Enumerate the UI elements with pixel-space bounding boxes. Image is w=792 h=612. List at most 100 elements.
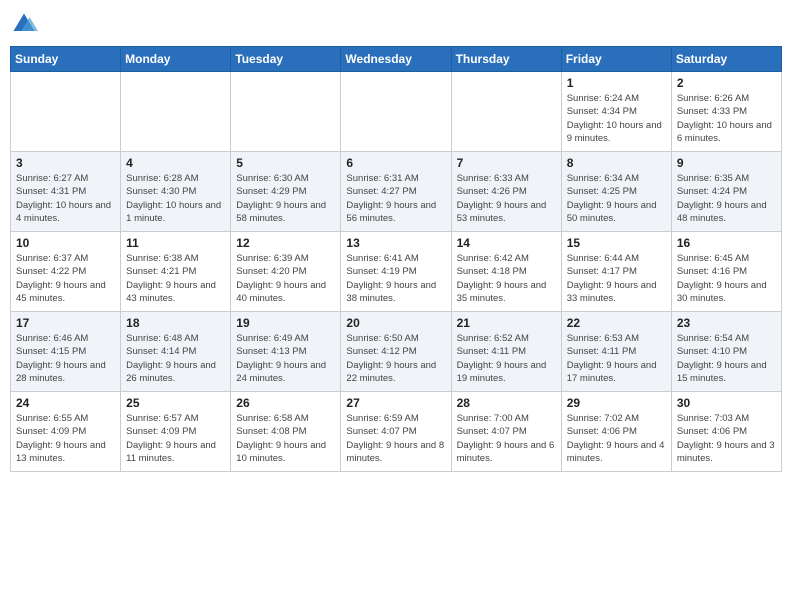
day-number: 4 — [126, 156, 225, 170]
day-info: Sunrise: 6:53 AM Sunset: 4:11 PM Dayligh… — [567, 332, 666, 385]
calendar-cell: 18 Sunrise: 6:48 AM Sunset: 4:14 PM Dayli… — [121, 312, 231, 392]
day-info: Sunrise: 6:48 AM Sunset: 4:14 PM Dayligh… — [126, 332, 225, 385]
day-info: Sunrise: 6:54 AM Sunset: 4:10 PM Dayligh… — [677, 332, 776, 385]
calendar-cell: 8Sunrise: 6:34 AM Sunset: 4:25 PM Daylig… — [561, 152, 671, 232]
day-number: 6 — [346, 156, 445, 170]
calendar-cell: 21 Sunrise: 6:52 AM Sunset: 4:11 PM Dayli… — [451, 312, 561, 392]
day-info: Sunrise: 6:52 AM Sunset: 4:11 PM Dayligh… — [457, 332, 556, 385]
day-number: 25 — [126, 396, 225, 410]
day-number: 27 — [346, 396, 445, 410]
calendar-week-1: 1 Sunrise: 6:24 AM Sunset: 4:34 PM Daylig… — [11, 72, 782, 152]
calendar-cell: 24 Sunrise: 6:55 AM Sunset: 4:09 PM Dayli… — [11, 392, 121, 472]
day-info: Sunrise: 6:50 AM Sunset: 4:12 PM Dayligh… — [346, 332, 445, 385]
day-info: Sunrise: 6:39 AM Sunset: 4:20 PM Dayligh… — [236, 252, 335, 305]
day-info: Sunrise: 6:42 AM Sunset: 4:18 PM Dayligh… — [457, 252, 556, 305]
day-number: 20 — [346, 316, 445, 330]
day-number: 1 — [567, 76, 666, 90]
day-info: Sunrise: 6:59 AM Sunset: 4:07 PM Dayligh… — [346, 412, 445, 465]
day-info: Sunrise: 6:35 AM Sunset: 4:24 PM Dayligh… — [677, 172, 776, 225]
day-number: 28 — [457, 396, 556, 410]
calendar-cell: 25 Sunrise: 6:57 AM Sunset: 4:09 PM Dayli… — [121, 392, 231, 472]
calendar-cell: 12 Sunrise: 6:39 AM Sunset: 4:20 PM Dayli… — [231, 232, 341, 312]
calendar-cell: 29 Sunrise: 7:02 AM Sunset: 4:06 PM Dayli… — [561, 392, 671, 472]
day-number: 26 — [236, 396, 335, 410]
day-info: Sunrise: 6:27 AM Sunset: 4:31 PM Dayligh… — [16, 172, 115, 225]
calendar-table: SundayMondayTuesdayWednesdayThursdayFrid… — [10, 46, 782, 472]
day-info: Sunrise: 7:02 AM Sunset: 4:06 PM Dayligh… — [567, 412, 666, 465]
weekday-header-thursday: Thursday — [451, 47, 561, 72]
calendar-cell: 14 Sunrise: 6:42 AM Sunset: 4:18 PM Dayli… — [451, 232, 561, 312]
calendar-cell: 1 Sunrise: 6:24 AM Sunset: 4:34 PM Daylig… — [561, 72, 671, 152]
day-number: 11 — [126, 236, 225, 250]
day-info: Sunrise: 6:26 AM Sunset: 4:33 PM Dayligh… — [677, 92, 776, 145]
day-number: 21 — [457, 316, 556, 330]
day-info: Sunrise: 6:57 AM Sunset: 4:09 PM Dayligh… — [126, 412, 225, 465]
day-number: 5 — [236, 156, 335, 170]
day-number: 14 — [457, 236, 556, 250]
day-info: Sunrise: 6:58 AM Sunset: 4:08 PM Dayligh… — [236, 412, 335, 465]
day-info: Sunrise: 6:28 AM Sunset: 4:30 PM Dayligh… — [126, 172, 225, 225]
day-info: Sunrise: 6:30 AM Sunset: 4:29 PM Dayligh… — [236, 172, 335, 225]
day-number: 15 — [567, 236, 666, 250]
calendar-week-4: 17Sunrise: 6:46 AM Sunset: 4:15 PM Dayli… — [11, 312, 782, 392]
calendar-cell: 11 Sunrise: 6:38 AM Sunset: 4:21 PM Dayli… — [121, 232, 231, 312]
day-info: Sunrise: 6:49 AM Sunset: 4:13 PM Dayligh… — [236, 332, 335, 385]
calendar-cell: 4 Sunrise: 6:28 AM Sunset: 4:30 PM Daylig… — [121, 152, 231, 232]
logo — [10, 10, 42, 38]
day-info: Sunrise: 6:45 AM Sunset: 4:16 PM Dayligh… — [677, 252, 776, 305]
weekday-header-friday: Friday — [561, 47, 671, 72]
day-info: Sunrise: 7:00 AM Sunset: 4:07 PM Dayligh… — [457, 412, 556, 465]
day-number: 17 — [16, 316, 115, 330]
day-info: Sunrise: 6:24 AM Sunset: 4:34 PM Dayligh… — [567, 92, 666, 145]
day-info: Sunrise: 6:55 AM Sunset: 4:09 PM Dayligh… — [16, 412, 115, 465]
day-number: 7 — [457, 156, 556, 170]
weekday-header-monday: Monday — [121, 47, 231, 72]
page-header — [10, 10, 782, 38]
day-number: 16 — [677, 236, 776, 250]
calendar-cell: 17Sunrise: 6:46 AM Sunset: 4:15 PM Dayli… — [11, 312, 121, 392]
day-number: 19 — [236, 316, 335, 330]
calendar-cell — [121, 72, 231, 152]
calendar-cell: 13 Sunrise: 6:41 AM Sunset: 4:19 PM Dayli… — [341, 232, 451, 312]
calendar-week-5: 24 Sunrise: 6:55 AM Sunset: 4:09 PM Dayli… — [11, 392, 782, 472]
day-number: 22 — [567, 316, 666, 330]
day-number: 30 — [677, 396, 776, 410]
calendar-cell: 20 Sunrise: 6:50 AM Sunset: 4:12 PM Dayli… — [341, 312, 451, 392]
calendar-cell — [451, 72, 561, 152]
calendar-cell: 7 Sunrise: 6:33 AM Sunset: 4:26 PM Daylig… — [451, 152, 561, 232]
calendar-cell: 2Sunrise: 6:26 AM Sunset: 4:33 PM Daylig… — [671, 72, 781, 152]
day-info: Sunrise: 6:31 AM Sunset: 4:27 PM Dayligh… — [346, 172, 445, 225]
weekday-header-sunday: Sunday — [11, 47, 121, 72]
calendar-cell: 19 Sunrise: 6:49 AM Sunset: 4:13 PM Dayli… — [231, 312, 341, 392]
day-info: Sunrise: 6:33 AM Sunset: 4:26 PM Dayligh… — [457, 172, 556, 225]
calendar-cell: 28 Sunrise: 7:00 AM Sunset: 4:07 PM Dayli… — [451, 392, 561, 472]
day-info: Sunrise: 6:44 AM Sunset: 4:17 PM Dayligh… — [567, 252, 666, 305]
day-number: 12 — [236, 236, 335, 250]
day-number: 9 — [677, 156, 776, 170]
day-number: 13 — [346, 236, 445, 250]
day-info: Sunrise: 7:03 AM Sunset: 4:06 PM Dayligh… — [677, 412, 776, 465]
calendar-cell: 9 Sunrise: 6:35 AM Sunset: 4:24 PM Daylig… — [671, 152, 781, 232]
day-number: 24 — [16, 396, 115, 410]
calendar-cell: 22 Sunrise: 6:53 AM Sunset: 4:11 PM Dayli… — [561, 312, 671, 392]
calendar-cell: 5 Sunrise: 6:30 AM Sunset: 4:29 PM Daylig… — [231, 152, 341, 232]
calendar-cell: 30 Sunrise: 7:03 AM Sunset: 4:06 PM Dayli… — [671, 392, 781, 472]
calendar-week-2: 3 Sunrise: 6:27 AM Sunset: 4:31 PM Daylig… — [11, 152, 782, 232]
day-info: Sunrise: 6:41 AM Sunset: 4:19 PM Dayligh… — [346, 252, 445, 305]
calendar-week-3: 10Sunrise: 6:37 AM Sunset: 4:22 PM Dayli… — [11, 232, 782, 312]
day-number: 29 — [567, 396, 666, 410]
weekday-header-tuesday: Tuesday — [231, 47, 341, 72]
calendar-cell: 15 Sunrise: 6:44 AM Sunset: 4:17 PM Dayli… — [561, 232, 671, 312]
day-info: Sunrise: 6:34 AM Sunset: 4:25 PM Dayligh… — [567, 172, 666, 225]
weekday-header-wednesday: Wednesday — [341, 47, 451, 72]
day-info: Sunrise: 6:37 AM Sunset: 4:22 PM Dayligh… — [16, 252, 115, 305]
logo-icon — [10, 10, 38, 38]
calendar-cell: 16 Sunrise: 6:45 AM Sunset: 4:16 PM Dayli… — [671, 232, 781, 312]
calendar-header-row: SundayMondayTuesdayWednesdayThursdayFrid… — [11, 47, 782, 72]
calendar-cell — [231, 72, 341, 152]
day-info: Sunrise: 6:38 AM Sunset: 4:21 PM Dayligh… — [126, 252, 225, 305]
day-number: 3 — [16, 156, 115, 170]
weekday-header-saturday: Saturday — [671, 47, 781, 72]
calendar-cell: 6 Sunrise: 6:31 AM Sunset: 4:27 PM Daylig… — [341, 152, 451, 232]
day-number: 18 — [126, 316, 225, 330]
